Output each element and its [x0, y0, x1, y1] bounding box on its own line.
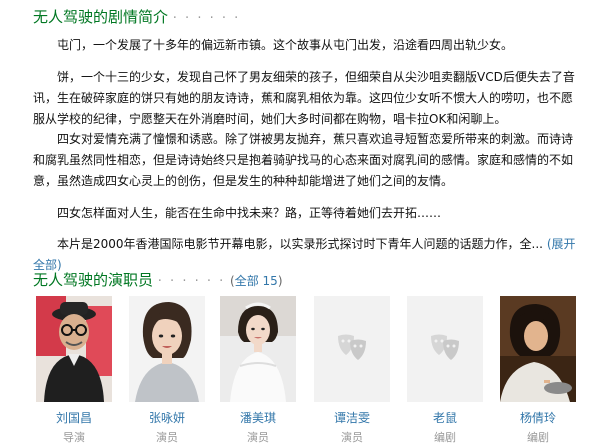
synopsis-paragraph-4: 四女怎样面对人生，能否在生命中找未来？路，正等待着她们去开拓……: [33, 203, 581, 224]
movie-page: 无人驾驶的剧情简介 · · · · · · 屯门，一个发展了十多年的偏远新市镇。…: [0, 0, 600, 444]
cast-list: 刘国昌 导演 张咏妍 演员 潘美琪 演员 谭洁雯 演员 老鼠 编剧 杨倩玲 编剧: [36, 296, 586, 444]
cast-name[interactable]: 谭洁雯: [314, 409, 390, 426]
synopsis-paragraph-2: 饼，一个十三的少女，发现自己怀了男友细荣的孩子，但细荣自从尖沙咀卖翻版VCD后便…: [33, 67, 581, 130]
cast-card-3[interactable]: 潘美琪 演员: [220, 296, 296, 445]
cast-name[interactable]: 张咏妍: [129, 409, 205, 426]
synopsis-text-1: 屯门，一个发展了十多年的偏远新市镇。这个故事从屯门出发，沿途看四周出轨少女。: [57, 38, 514, 52]
cast-card-2[interactable]: 张咏妍 演员: [129, 296, 205, 445]
cast-role: 演员: [156, 431, 178, 444]
synopsis-text-4: 四女怎样面对人生，能否在生命中找未来？路，正等待着她们去开拓……: [57, 206, 442, 220]
cast-photo-placeholder[interactable]: [407, 296, 483, 402]
synopsis-text-2: 饼，一个十三的少女，发现自己怀了男友细荣的孩子，但细荣自从尖沙咀卖翻版VCD后便…: [33, 70, 575, 126]
synopsis-heading: 无人驾驶的剧情简介 · · · · · ·: [33, 6, 240, 27]
cast-heading-dots: · · · · · ·: [157, 274, 226, 289]
synopsis-title: 无人驾驶的剧情简介: [33, 8, 169, 26]
cast-card-1[interactable]: 刘国昌 导演: [36, 296, 112, 445]
cast-name[interactable]: 杨倩玲: [500, 409, 576, 426]
synopsis-heading-dots: · · · · · ·: [172, 11, 241, 26]
cast-card-6[interactable]: 杨倩玲 编剧: [500, 296, 576, 445]
cast-photo-woman-cooking[interactable]: [500, 296, 576, 402]
synopsis-text-3: 四女对爱情充满了憧憬和诱惑。除了饼被男友抛弃，蕉只喜欢追寻短暂恋爱所带来的刺激。…: [33, 132, 574, 188]
cast-title: 无人驾驶的演职员: [33, 271, 154, 289]
cast-name[interactable]: 老鼠: [407, 409, 483, 426]
cast-role: 演员: [341, 431, 363, 444]
theater-mask-icon: [431, 334, 459, 360]
cast-role: 导演: [63, 431, 85, 444]
cast-photo-man-glasses-hat[interactable]: [36, 296, 112, 402]
cast-all-wrapper: (全部 15): [230, 274, 282, 288]
synopsis-text-5: 本片是2000年香港国际电影节开幕电影，以实录形式探讨时下青年人问题的话题力作，…: [57, 237, 543, 251]
synopsis-paragraph-1: 屯门，一个发展了十多年的偏远新市镇。这个故事从屯门出发，沿途看四周出轨少女。: [33, 35, 581, 56]
cast-photo-woman-short-hair[interactable]: [129, 296, 205, 402]
cast-role: 编剧: [434, 431, 456, 444]
cast-card-5[interactable]: 老鼠 编剧: [407, 296, 483, 445]
cast-role: 演员: [247, 431, 269, 444]
cast-photo-placeholder[interactable]: [314, 296, 390, 402]
cast-all-link[interactable]: 全部 15: [235, 274, 278, 288]
cast-heading: 无人驾驶的演职员 · · · · · · (全部 15): [33, 269, 283, 290]
theater-mask-icon: [338, 334, 366, 360]
cast-name[interactable]: 潘美琪: [220, 409, 296, 426]
cast-photo-woman-bridal[interactable]: [220, 296, 296, 402]
cast-all-close: ): [277, 274, 283, 288]
cast-role: 编剧: [527, 431, 549, 444]
cast-name[interactable]: 刘国昌: [36, 409, 112, 426]
cast-card-4[interactable]: 谭洁雯 演员: [314, 296, 390, 445]
synopsis-paragraph-3: 四女对爱情充满了憧憬和诱惑。除了饼被男友抛弃，蕉只喜欢追寻短暂恋爱所带来的刺激。…: [33, 129, 581, 192]
